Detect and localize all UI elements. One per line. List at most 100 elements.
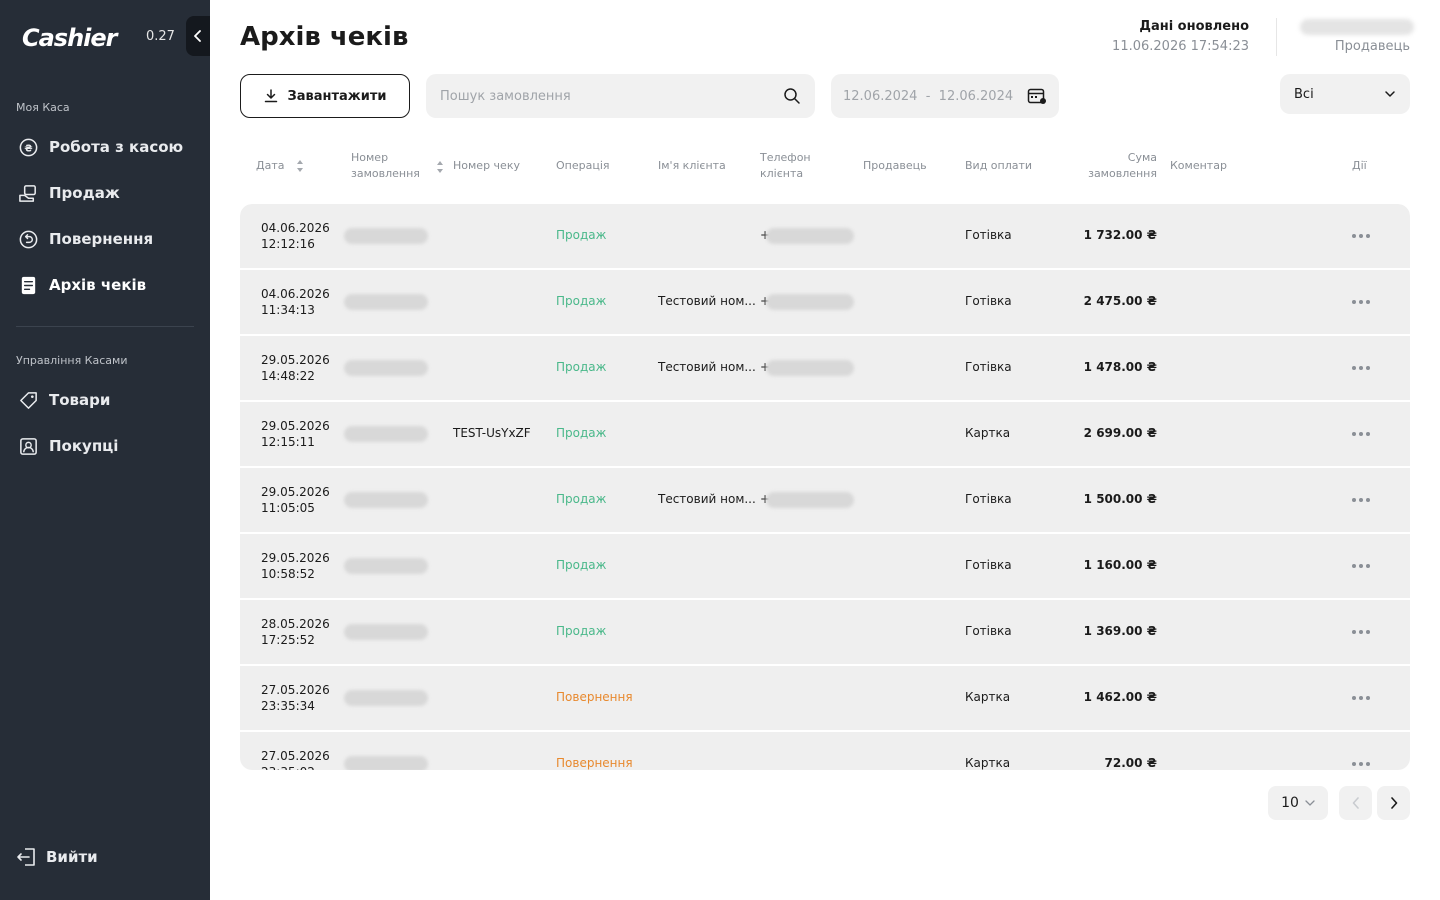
section-my-cash: Моя Каса [16, 101, 70, 114]
row-date: 04.06.2026 [261, 287, 330, 301]
table-row[interactable]: 29.05.2026 12:15:11 TEST-UsYxZF Продаж Картк… [240, 402, 1410, 466]
more-dot-icon [1366, 432, 1370, 436]
sidebar-item-cash-work[interactable]: ₴ Робота з касою [18, 135, 183, 159]
row-operation: Продаж [556, 228, 607, 242]
sidebar-item-products[interactable]: Товари [18, 388, 110, 412]
more-dot-icon [1352, 300, 1356, 304]
row-payment: Готівка [965, 228, 1012, 242]
sidebar-item-label: Повернення [49, 230, 154, 248]
logout-icon [17, 848, 35, 866]
row-date: 29.05.2026 [261, 551, 330, 565]
more-dot-icon [1359, 234, 1363, 238]
column-receipt-number: Номер чеку [453, 159, 520, 172]
row-actions-menu[interactable] [1352, 558, 1376, 574]
customer-icon [20, 437, 37, 455]
column-order-number-label-2: замовлення [351, 167, 420, 180]
sidebar-item-receipt-archive[interactable]: Архів чеків [18, 273, 146, 297]
row-client-name: Тестовий ном... [658, 294, 756, 308]
sidebar-divider [16, 326, 194, 327]
column-date[interactable]: Дата [256, 158, 304, 174]
row-operation: Продаж [556, 558, 607, 572]
row-payment: Готівка [965, 558, 1012, 572]
row-amount: 1 462.00 ₴ [1083, 690, 1157, 704]
column-order-number-label-1: Номер [351, 151, 389, 164]
table-row[interactable]: 29.05.202614:48:22ПродажТестовий ном...+… [240, 336, 1410, 400]
more-dot-icon [1366, 498, 1370, 502]
table-row[interactable]: 04.06.202612:12:16Продаж+Готівка1 732.00… [240, 204, 1410, 268]
more-dot-icon [1359, 696, 1363, 700]
svg-text:₴: ₴ [24, 143, 32, 154]
row-actions-menu[interactable] [1352, 756, 1376, 770]
sort-icon[interactable] [436, 160, 444, 174]
user-name-redacted[interactable] [1300, 19, 1414, 35]
table-row[interactable]: 04.06.202611:34:13ПродажТестовий ном...+… [240, 270, 1410, 334]
row-time: 11:05:05 [261, 501, 315, 515]
row-time: 23:35:34 [261, 699, 315, 713]
table-row[interactable]: 27.05.202623:35:02 Повернення Картка 72.00 … [240, 732, 1410, 770]
search-icon[interactable] [783, 87, 801, 105]
row-datetime: 28.05.2026 17:25:52 [261, 616, 330, 648]
logout-label: Вийти [46, 848, 98, 866]
order-number-redacted [344, 690, 428, 706]
row-actions-menu[interactable] [1352, 228, 1376, 244]
chevron-left-icon [1352, 797, 1359, 809]
row-payment: Готівка [965, 492, 1012, 506]
column-payment: Вид оплати [965, 159, 1033, 172]
order-number-redacted [344, 228, 428, 244]
sidebar-item-label: Покупці [49, 437, 119, 455]
more-dot-icon [1352, 696, 1356, 700]
row-actions-menu[interactable] [1352, 492, 1376, 508]
app-version: 0.27 [146, 29, 175, 44]
more-dot-icon [1352, 366, 1356, 370]
table-row[interactable]: 29.05.2026 10:58:52 Продаж Готівка 1 160.00 … [240, 534, 1410, 598]
order-number-redacted [344, 426, 428, 442]
row-amount: 1 160.00 ₴ [1083, 558, 1157, 572]
download-button[interactable]: Завантажити [240, 74, 410, 118]
more-dot-icon [1359, 498, 1363, 502]
more-dot-icon [1359, 564, 1363, 568]
sidebar-item-customers[interactable]: Покупці [18, 434, 118, 458]
row-actions-menu[interactable] [1352, 294, 1376, 310]
sort-icon[interactable] [296, 159, 304, 173]
row-datetime: 27.05.2026 23:35:34 [261, 682, 330, 714]
sidebar-item-label: Товари [49, 391, 111, 409]
more-dot-icon [1352, 234, 1356, 238]
row-actions-menu[interactable] [1352, 690, 1376, 706]
row-payment: Картка [965, 690, 1011, 704]
row-operation: Повернення [556, 756, 633, 770]
section-cash-management: Управління Касами [16, 354, 128, 367]
column-order-number[interactable]: Номер замовлення [351, 150, 420, 182]
row-actions-menu[interactable] [1352, 624, 1376, 640]
sidebar-item-return[interactable]: Повернення [18, 227, 153, 251]
more-dot-icon [1366, 696, 1370, 700]
sidebar-item-sale[interactable]: Продаж [18, 181, 120, 205]
phone-redacted [766, 360, 854, 376]
next-page-button[interactable] [1377, 786, 1410, 820]
row-operation: Повернення [556, 690, 633, 704]
row-time: 11:34:13 [261, 303, 315, 317]
collapse-sidebar-button[interactable] [186, 16, 210, 56]
order-number-redacted [344, 558, 428, 574]
row-receipt-number: TEST-UsYxZF [453, 426, 531, 440]
operation-filter-select[interactable]: Всі [1280, 74, 1410, 114]
column-sum: Сума замовлення [1057, 150, 1157, 182]
search-input[interactable] [440, 88, 783, 104]
column-sum-label-2: замовлення [1088, 167, 1157, 180]
table-row[interactable]: 29.05.202611:05:05ПродажТестовий ном...+… [240, 468, 1410, 532]
prev-page-button[interactable] [1339, 786, 1372, 820]
date-range-picker[interactable]: 12.06.2024 - 12.06.2024 [831, 74, 1059, 118]
order-number-redacted [344, 624, 428, 640]
row-datetime: 04.06.2026 12:12:16 [261, 220, 330, 252]
updated-label: Дані оновлено [1139, 19, 1249, 34]
phone-redacted [766, 228, 854, 244]
per-page-select[interactable]: 10 [1268, 786, 1328, 820]
header-separator [1276, 18, 1277, 56]
sidebar-item-label: Робота з касою [49, 138, 184, 156]
row-actions-menu[interactable] [1352, 360, 1376, 376]
more-dot-icon [1359, 432, 1363, 436]
logout-button[interactable]: Вийти [16, 846, 98, 868]
table-row[interactable]: 27.05.2026 23:35:34 Повернення Картка 1 462.… [240, 666, 1410, 730]
table-row[interactable]: 28.05.2026 17:25:52 Продаж Готівка 1 369.00 … [240, 600, 1410, 664]
row-actions-menu[interactable] [1352, 426, 1376, 442]
more-dot-icon [1352, 630, 1356, 634]
